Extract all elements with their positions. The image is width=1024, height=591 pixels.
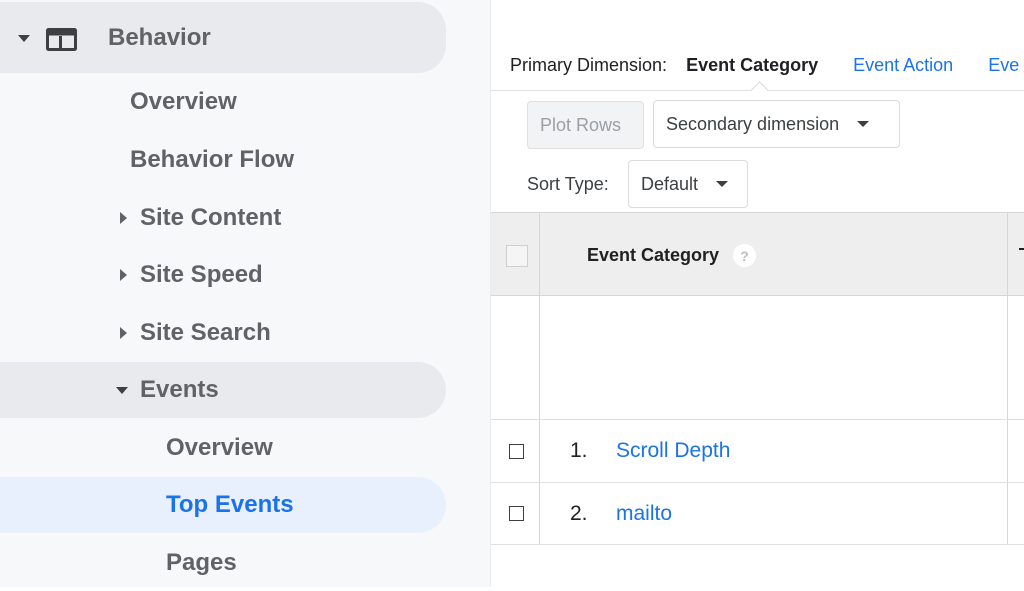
secondary-dimension-label: Secondary dimension	[666, 113, 840, 134]
sidebar-item-label: Site Content	[140, 204, 282, 231]
totals-row-border	[491, 419, 1024, 420]
sidebar-item-label: Events	[140, 376, 219, 403]
behavior-layout-icon	[46, 28, 77, 51]
chevron-down-icon	[18, 35, 30, 42]
row-link-mailto[interactable]: mailto	[616, 502, 672, 526]
chevron-right-icon	[120, 269, 127, 281]
sort-type-value: Default	[641, 173, 699, 194]
sidebar-item-overview[interactable]: Overview	[0, 74, 446, 130]
primary-dimension-event-label[interactable]: Eve	[988, 55, 1019, 75]
column-divider	[539, 212, 540, 545]
main-content: Primary Dimension: Event Category Event …	[491, 0, 1024, 587]
row-number: 1.	[570, 439, 588, 462]
sidebar-item-site-speed[interactable]: Site Speed	[0, 247, 446, 303]
sort-type-label: Sort Type:	[527, 174, 609, 194]
sidebar-item-events[interactable]: Events	[0, 362, 446, 418]
sort-type-dropdown[interactable]: Default	[628, 160, 748, 208]
sidebar: Behavior Overview Behavior Flow Site Con…	[0, 0, 491, 587]
plot-rows-button[interactable]: Plot Rows	[527, 101, 644, 149]
primary-dimension-event-action[interactable]: Event Action	[853, 55, 953, 75]
dropdown-arrow-icon	[857, 121, 870, 127]
sidebar-item-events-overview[interactable]: Overview	[0, 420, 446, 476]
column-divider	[1007, 212, 1008, 545]
sidebar-item-site-content[interactable]: Site Content	[0, 190, 446, 246]
dropdown-arrow-icon	[716, 181, 729, 187]
column-header-event-category[interactable]: Event Category	[587, 245, 719, 266]
row-border	[491, 482, 1024, 483]
row-checkbox[interactable]	[509, 506, 524, 521]
sidebar-item-label: Site Speed	[140, 261, 263, 288]
sidebar-section-label: Behavior	[108, 23, 211, 51]
sidebar-item-pages[interactable]: Pages	[0, 535, 446, 591]
row-number: 2.	[570, 502, 588, 525]
select-all-checkbox[interactable]	[506, 245, 528, 267]
row-link-scroll-depth[interactable]: Scroll Depth	[616, 439, 730, 463]
chevron-right-icon	[120, 212, 127, 224]
primary-dimension-bar: Primary Dimension: Event Category Event …	[510, 55, 1024, 76]
next-column-header-edge	[1019, 248, 1024, 250]
sidebar-item-top-events[interactable]: Top Events	[0, 477, 446, 533]
primary-dimension-event-category[interactable]: Event Category	[686, 55, 818, 75]
sidebar-item-label: Behavior Flow	[130, 146, 295, 173]
sidebar-item-label: Overview	[130, 88, 237, 115]
chevron-right-icon	[120, 327, 127, 339]
table-header	[491, 212, 1024, 296]
sidebar-item-label: Top Events	[166, 491, 294, 518]
row-border	[491, 544, 1024, 545]
help-icon[interactable]: ?	[733, 244, 756, 267]
sidebar-item-behavior-flow[interactable]: Behavior Flow	[0, 132, 446, 188]
sidebar-item-label: Overview	[166, 434, 273, 461]
sidebar-item-site-search[interactable]: Site Search	[0, 305, 446, 361]
secondary-dimension-dropdown[interactable]: Secondary dimension	[653, 100, 900, 148]
plot-rows-label: Plot Rows	[540, 114, 622, 135]
sidebar-section-behavior[interactable]: Behavior	[0, 2, 446, 73]
primary-dimension-label: Primary Dimension:	[510, 55, 668, 75]
sidebar-item-label: Pages	[166, 549, 237, 576]
active-dimension-pointer	[750, 81, 769, 100]
chevron-down-icon	[116, 386, 128, 394]
sidebar-item-label: Site Search	[140, 319, 271, 346]
row-checkbox[interactable]	[509, 444, 524, 459]
